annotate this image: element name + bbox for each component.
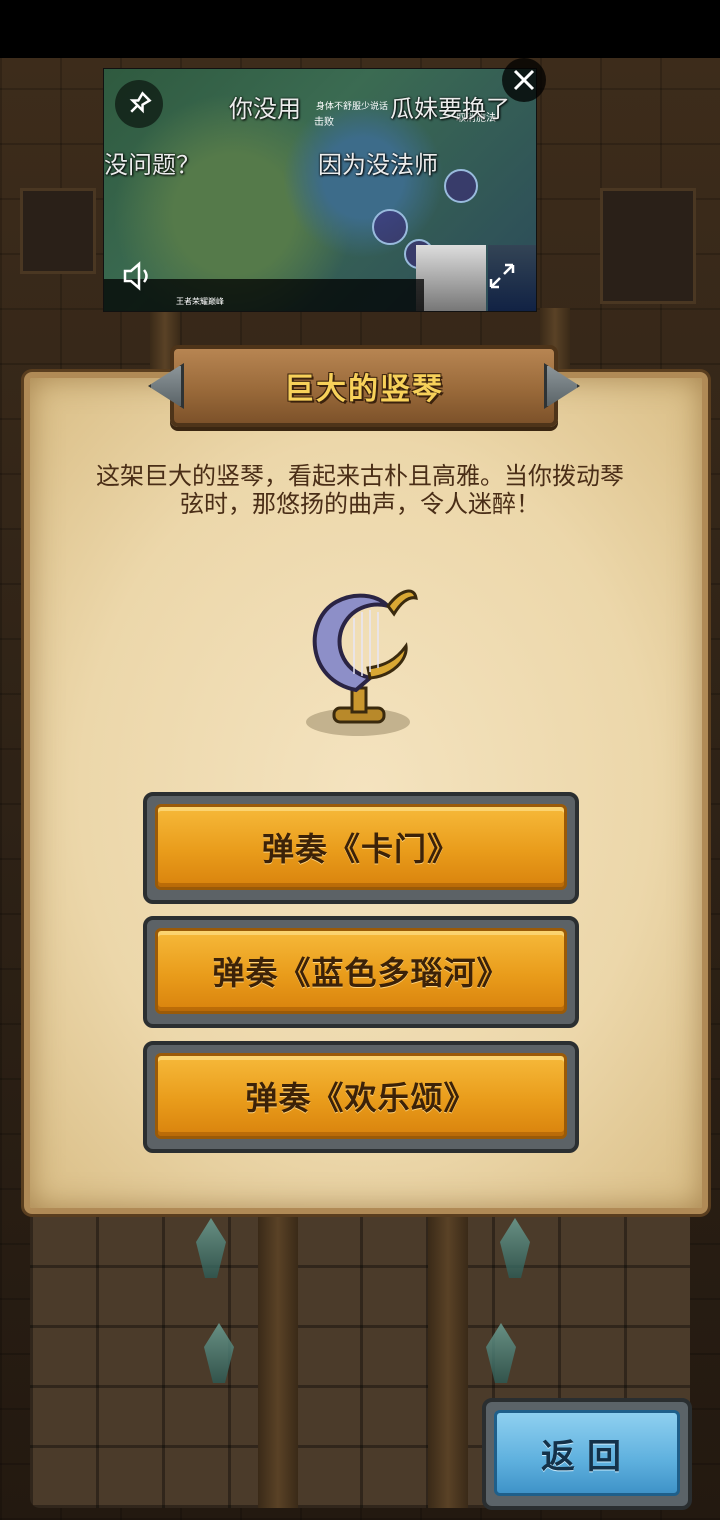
button-label: 弹奏《欢乐颂》: [245, 1079, 477, 1117]
expand-icon[interactable]: [484, 258, 520, 294]
button-label: 弹奏《卡门》: [261, 830, 460, 868]
pin-icon[interactable]: [115, 80, 163, 128]
dialog-title: 巨大的竖琴: [284, 372, 444, 407]
dialog-description: 这架巨大的竖琴，看起来古朴且高雅。当你拨动琴弦时，那悠扬的曲声，令人迷醉！: [96, 462, 624, 518]
button-face: 弹奏《卡门》: [155, 804, 567, 890]
dialog-title-banner: 巨大的竖琴: [170, 345, 558, 427]
play-carmen-button[interactable]: 弹奏《卡门》: [143, 792, 579, 904]
back-button-label: 返回: [541, 1436, 633, 1477]
button-label: 弹奏《蓝色多瑙河》: [212, 954, 510, 992]
back-button[interactable]: 返回: [482, 1398, 692, 1510]
skill-icon: [372, 209, 408, 245]
streamer-camera: [416, 245, 486, 311]
danmaku-comment: 没问题？: [104, 151, 200, 179]
play-blue-danube-button[interactable]: 弹奏《蓝色多瑙河》: [143, 916, 579, 1028]
button-face: 弹奏《欢乐颂》: [155, 1053, 567, 1139]
status-bar: [0, 0, 720, 58]
stream-logo: 王者荣耀巅峰: [176, 297, 224, 306]
skill-icon: [444, 169, 478, 203]
speaker-icon[interactable]: [118, 256, 158, 296]
danmaku-comment: 因为没法师: [318, 151, 438, 179]
close-icon[interactable]: [502, 58, 546, 102]
video-hud-notice: 身体不舒服少说话: [316, 102, 389, 112]
danmaku-comment: 瓜妹要换了: [390, 95, 510, 123]
play-ode-to-joy-button[interactable]: 弹奏《欢乐颂》: [143, 1041, 579, 1153]
button-face: 弹奏《蓝色多瑙河》: [155, 928, 567, 1014]
danmaku-comment: 你没用: [229, 95, 301, 123]
harp-icon: [306, 589, 418, 736]
button-face: 返回: [494, 1410, 680, 1496]
video-hud-kill: 击败: [314, 117, 334, 128]
pillar: [258, 1208, 298, 1508]
floating-video-player[interactable]: 身体不舒服少说话 击败 取消施法 王者荣耀巅峰 你没用 瓜妹要换了 没问题？ 因…: [103, 68, 537, 312]
wall-window: [20, 188, 96, 274]
wall-window: [600, 188, 696, 304]
pillar: [428, 1208, 468, 1508]
